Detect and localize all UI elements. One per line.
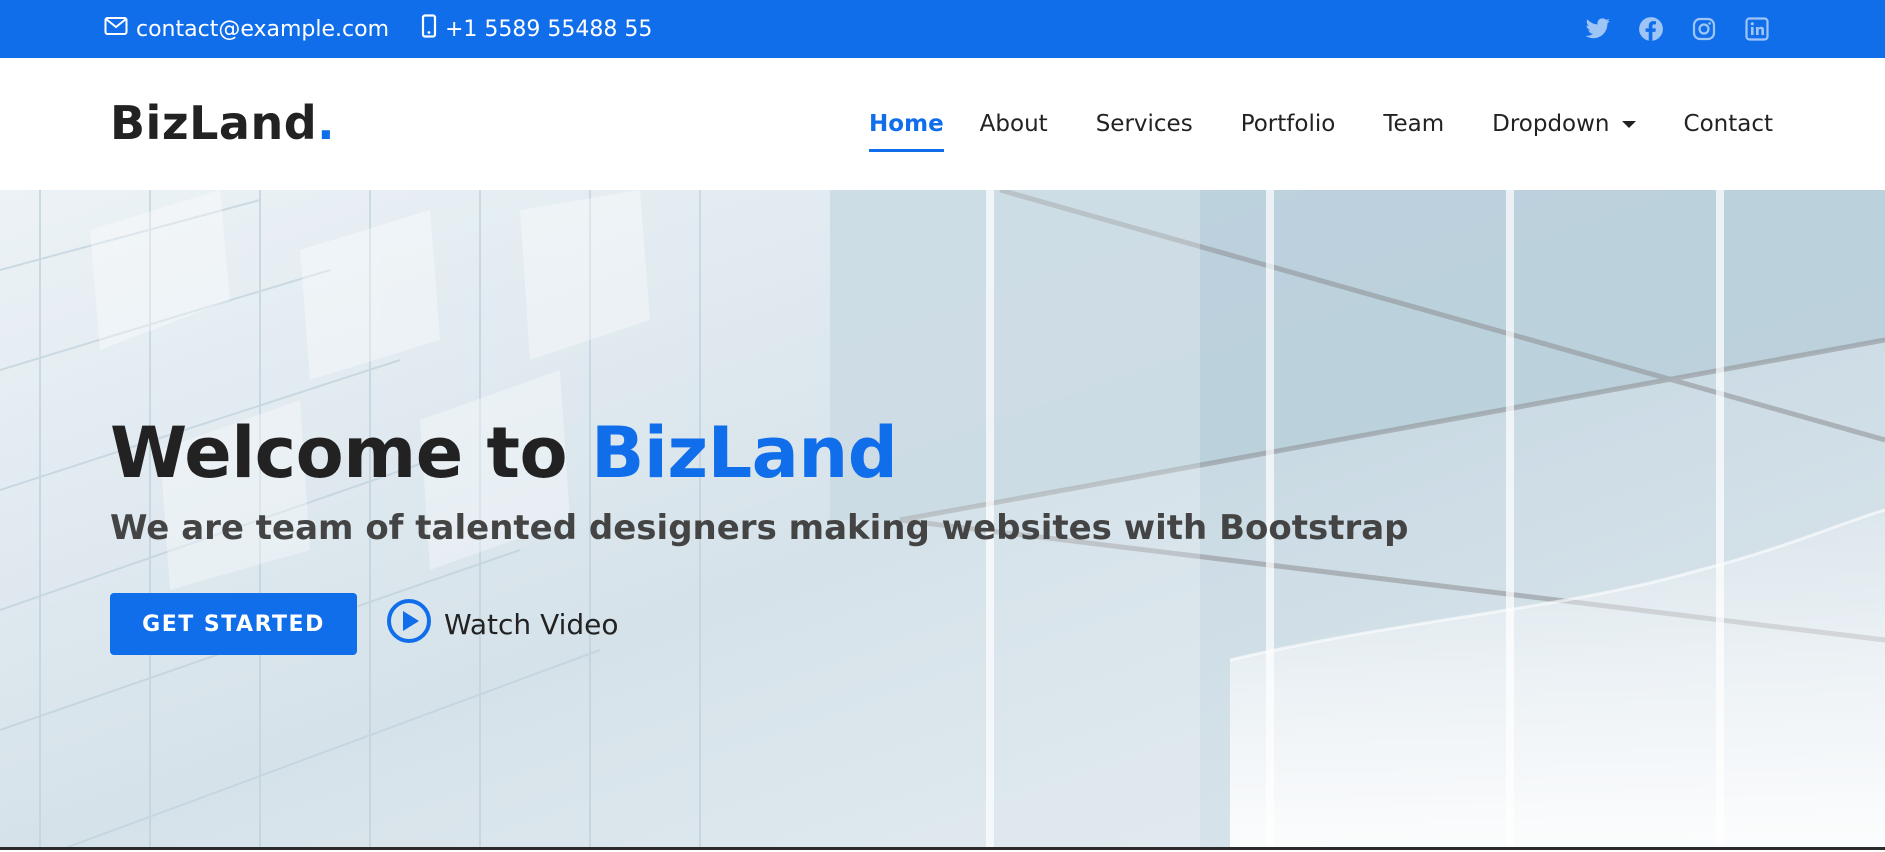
nav-team[interactable]: Team <box>1383 94 1444 154</box>
watch-video-label: Watch Video <box>444 607 619 641</box>
twitter-icon[interactable] <box>1584 15 1612 43</box>
nav-about[interactable]: About <box>980 94 1048 154</box>
nav-dropdown-label: Dropdown <box>1492 111 1610 137</box>
site-logo[interactable]: BizLand. <box>110 96 335 150</box>
social-links <box>1559 0 1771 58</box>
phone-text[interactable]: +1 5589 55488 55 <box>445 17 652 42</box>
play-circle-icon <box>386 598 432 651</box>
main-nav: Home About Services Portfolio Team Dropd… <box>869 58 1773 190</box>
email-contact[interactable]: contact@example.com <box>104 16 389 42</box>
envelope-icon <box>104 16 136 42</box>
hero-section: Welcome to BizLand We are team of talent… <box>0 190 1885 850</box>
instagram-icon[interactable] <box>1690 15 1718 43</box>
hero-title-prefix: Welcome to <box>110 412 591 494</box>
nav-services[interactable]: Services <box>1096 94 1193 154</box>
nav-contact[interactable]: Contact <box>1684 94 1773 154</box>
linkedin-icon[interactable] <box>1743 15 1771 43</box>
caret-down-icon <box>1621 120 1636 128</box>
hero-title: Welcome to BizLand <box>110 412 898 494</box>
top-bar: contact@example.com +1 5589 55488 55 <box>0 0 1885 58</box>
phone-contact[interactable]: +1 5589 55488 55 <box>421 14 652 44</box>
nav-dropdown[interactable]: Dropdown <box>1492 94 1636 154</box>
logo-dot: . <box>317 96 336 150</box>
watch-video-button[interactable]: Watch Video <box>386 598 619 650</box>
contact-info: contact@example.com +1 5589 55488 55 <box>104 0 684 58</box>
phone-icon <box>421 14 445 44</box>
nav-portfolio[interactable]: Portfolio <box>1241 94 1336 154</box>
nav-home[interactable]: Home <box>869 94 944 154</box>
email-text[interactable]: contact@example.com <box>136 17 389 42</box>
hero-subtitle: We are team of talented designers making… <box>110 508 1409 548</box>
site-header: BizLand. Home About Services Portfolio T… <box>0 58 1885 190</box>
hero-title-brand: BizLand <box>590 412 898 494</box>
get-started-button[interactable]: GET STARTED <box>110 593 357 655</box>
facebook-icon[interactable] <box>1637 15 1665 43</box>
logo-text[interactable]: BizLand <box>110 96 317 150</box>
section-divider <box>0 847 1885 850</box>
